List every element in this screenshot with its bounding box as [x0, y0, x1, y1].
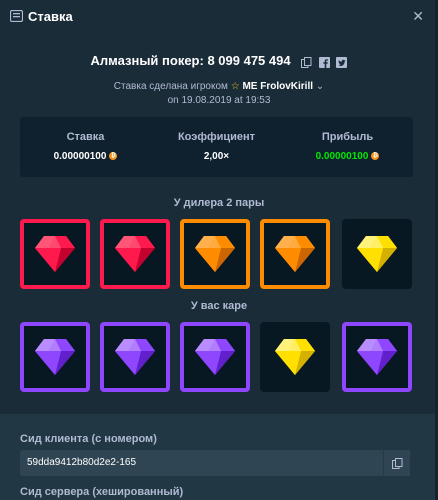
placed-by-line: Ставка сделана игроком ☆ МЕ FrolovKirill…: [0, 81, 438, 92]
gem-card-yellow: [342, 219, 412, 289]
gem-card-orange: [260, 219, 330, 289]
gem-card-purple: [20, 322, 90, 392]
client-seed-value: 59dda9412b80d2e2-165: [27, 457, 136, 468]
twitter-icon[interactable]: [336, 57, 348, 69]
bet-stats-panel: Ставка 0.00000100 ₿ Коэффициент 2,00× При…: [20, 117, 413, 177]
placed-by-text: Ставка сделана игроком: [113, 81, 228, 92]
client-seed-label: Сид клиента (с номером): [20, 433, 157, 445]
modal-title: Ставка: [28, 9, 73, 24]
copy-icon[interactable]: [301, 57, 312, 69]
bet-date: on 19.08.2019 at 19:53: [167, 95, 271, 106]
stat-profit: Прибыль 0.00000100 ₿: [282, 131, 413, 162]
stat-bet: Ставка 0.00000100 ₿: [20, 131, 151, 162]
client-seed-field[interactable]: 59dda9412b80d2e2-165: [20, 450, 410, 476]
close-icon[interactable]: ✕: [412, 8, 424, 25]
stat-multiplier-label: Коэффициент: [177, 131, 256, 143]
bitcoin-icon: ₿: [371, 152, 380, 161]
headline-text: Алмазный покер: 8 099 475 494: [90, 53, 291, 68]
gem-card-purple: [100, 322, 170, 392]
stat-multiplier: Коэффициент 2,00×: [151, 131, 282, 162]
gem-card-orange: [180, 219, 250, 289]
copy-icon: [392, 458, 403, 469]
star-icon: ☆: [230, 81, 240, 92]
bitcoin-icon: ₿: [109, 152, 118, 161]
gem-card-red: [20, 219, 90, 289]
copy-button[interactable]: [383, 450, 410, 476]
player-name[interactable]: FrolovKirill: [260, 81, 313, 92]
game-headline: Алмазный покер: 8 099 475 494: [0, 53, 438, 69]
chevron-down-icon[interactable]: ⌄: [316, 81, 324, 92]
stat-multiplier-value: 2,00×: [203, 151, 230, 162]
dealer-hand-label: У дилера 2 пары: [173, 197, 265, 209]
modal-header: Ставка ✕: [0, 0, 438, 34]
gem-card-red: [100, 219, 170, 289]
gem-card-purple: [180, 322, 250, 392]
gem-card-yellow: [260, 322, 330, 392]
server-seed-label: Сид сервера (хешированный): [20, 486, 184, 498]
stat-profit-value: 0.00000100: [315, 151, 369, 162]
stat-bet-value: 0.00000100: [53, 151, 107, 162]
player-rank: МЕ: [242, 81, 258, 92]
facebook-icon[interactable]: [318, 57, 330, 69]
player-hand-label: У вас каре: [190, 300, 248, 312]
stat-profit-label: Прибыль: [321, 131, 374, 143]
stat-bet-label: Ставка: [66, 131, 105, 143]
bet-receipt-icon: [10, 10, 23, 22]
gem-card-purple: [342, 322, 412, 392]
